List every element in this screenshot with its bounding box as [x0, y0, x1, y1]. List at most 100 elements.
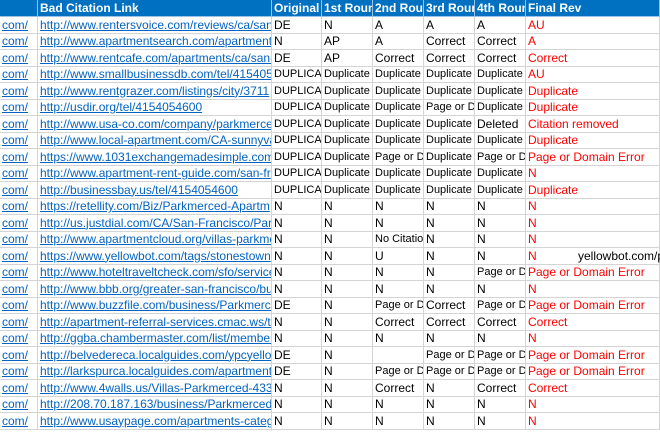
cell-original-status[interactable]: N: [272, 379, 322, 397]
cell-round-4[interactable]: Correct: [475, 379, 526, 397]
cell-col-a[interactable]: com/: [0, 214, 38, 232]
cell-original-status[interactable]: N: [272, 33, 322, 50]
cell-bad-citation-link[interactable]: http://us.justdial.com/CA/San-Francisco/…: [38, 214, 272, 232]
cell-round-2[interactable]: Correct: [373, 313, 424, 331]
header-bad-citation-link[interactable]: Bad Citation Link: [38, 0, 272, 17]
cell-final-review[interactable]: Citation removed: [526, 115, 660, 133]
cell-original-status[interactable]: N: [272, 396, 322, 413]
cell-round-4[interactable]: Duplicate: [475, 66, 526, 83]
cell-original-status[interactable]: N: [272, 330, 322, 347]
cell-round-3[interactable]: Page or D: [424, 346, 475, 364]
cell-round-1[interactable]: Duplicate: [322, 165, 373, 182]
cell-round-3[interactable]: Duplicate: [424, 66, 475, 83]
cell-round-3[interactable]: N: [424, 264, 475, 281]
cell-round-1[interactable]: N: [322, 346, 373, 364]
cell-round-4[interactable]: Deleted: [475, 115, 526, 133]
cell-col-a[interactable]: com/: [0, 82, 38, 100]
cell-final-review[interactable]: N: [526, 198, 660, 215]
cell-round-1[interactable]: N: [322, 412, 373, 430]
cell-original-status[interactable]: DE: [272, 346, 322, 364]
cell-final-review[interactable]: Duplicate: [526, 132, 660, 149]
cell-round-2[interactable]: Page or D: [373, 363, 424, 380]
cell-original-status[interactable]: N: [272, 313, 322, 331]
cell-round-4[interactable]: Page or Do: [475, 297, 526, 314]
cell-round-1[interactable]: N: [322, 16, 373, 34]
cell-round-1[interactable]: N: [322, 379, 373, 397]
cell-round-2[interactable]: Correct: [373, 49, 424, 67]
cell-round-3[interactable]: N: [424, 412, 475, 430]
cell-round-2[interactable]: N: [373, 412, 424, 430]
cell-col-a[interactable]: com/: [0, 313, 38, 331]
cell-round-1[interactable]: N: [322, 214, 373, 232]
cell-round-1[interactable]: N: [322, 363, 373, 380]
cell-round-1[interactable]: N: [322, 280, 373, 298]
cell-bad-citation-link[interactable]: http://ggba.chambermaster.com/list/membe…: [38, 330, 272, 347]
cell-round-3[interactable]: Page or Do: [424, 99, 475, 116]
cell-original-status[interactable]: N: [272, 264, 322, 281]
header-final-review[interactable]: Final Rev: [526, 0, 660, 17]
cell-original-status[interactable]: DE: [272, 297, 322, 314]
cell-round-1[interactable]: Duplicate: [322, 82, 373, 100]
cell-round-4[interactable]: Correct: [475, 49, 526, 67]
cell-round-4[interactable]: N: [475, 198, 526, 215]
cell-final-review[interactable]: Correct: [526, 379, 660, 397]
cell-final-review[interactable]: N: [526, 396, 660, 413]
cell-bad-citation-link[interactable]: https://www.yellowbot.com/tags/stonestow…: [38, 247, 272, 265]
cell-original-status[interactable]: DUPLICAT: [272, 82, 322, 100]
cell-round-3[interactable]: N: [424, 198, 475, 215]
cell-final-review[interactable]: N: [526, 280, 660, 298]
cell-round-1[interactable]: N: [322, 297, 373, 314]
cell-col-a[interactable]: com/: [0, 297, 38, 314]
cell-bad-citation-link[interactable]: http://www.apartmentsearch.com/apartment: [38, 33, 272, 50]
cell-final-review[interactable]: Page or Domain Error: [526, 148, 660, 166]
cell-col-a[interactable]: com/: [0, 66, 38, 83]
cell-round-3[interactable]: Duplicate: [424, 82, 475, 100]
cell-round-2[interactable]: A: [373, 16, 424, 34]
cell-round-3[interactable]: Duplicate: [424, 132, 475, 149]
cell-round-3[interactable]: Duplicate: [424, 165, 475, 182]
cell-round-1[interactable]: N: [322, 247, 373, 265]
cell-bad-citation-link[interactable]: http://www.hoteltraveltcheck.com/sfo/ser…: [38, 264, 272, 281]
cell-bad-citation-link[interactable]: http://belvedereca.localguides.com/ypcye…: [38, 346, 272, 364]
cell-round-2[interactable]: N: [373, 264, 424, 281]
cell-original-status[interactable]: DE: [272, 49, 322, 67]
cell-final-review[interactable]: AU: [526, 66, 660, 83]
cell-round-4[interactable]: N: [475, 396, 526, 413]
cell-round-1[interactable]: Duplicate: [322, 132, 373, 149]
cell-round-3[interactable]: N: [424, 231, 475, 248]
cell-col-a[interactable]: com/: [0, 363, 38, 380]
header-round-4[interactable]: 4th Round: [475, 0, 526, 17]
cell-round-1[interactable]: Duplicate: [322, 115, 373, 133]
cell-original-status[interactable]: DUPLICAT: [272, 181, 322, 199]
cell-bad-citation-link[interactable]: http://www.rentcafe.com/apartments/ca/sa…: [38, 49, 272, 67]
header-round-3[interactable]: 3rd Round: [424, 0, 475, 17]
cell-round-4[interactable]: Page or Do: [475, 264, 526, 281]
cell-round-1[interactable]: N: [322, 264, 373, 281]
cell-round-4[interactable]: Duplicate: [475, 132, 526, 149]
cell-original-status[interactable]: N: [272, 231, 322, 248]
cell-final-review[interactable]: Page or Domain Error: [526, 363, 660, 380]
cell-bad-citation-link[interactable]: http://www.4walls.us/Villas-Parkmerced-4…: [38, 379, 272, 397]
cell-final-review[interactable]: Duplicate: [526, 82, 660, 100]
cell-round-3[interactable]: Duplicate: [424, 115, 475, 133]
cell-bad-citation-link[interactable]: https://retellity.com/Biz/Parkmerced-Apa…: [38, 198, 272, 215]
cell-round-2[interactable]: No Citatio: [373, 231, 424, 248]
cell-round-1[interactable]: Duplicate: [322, 148, 373, 166]
cell-col-a[interactable]: com/: [0, 198, 38, 215]
cell-col-a[interactable]: com/: [0, 33, 38, 50]
cell-round-1[interactable]: N: [322, 330, 373, 347]
cell-round-2[interactable]: Duplicate: [373, 82, 424, 100]
cell-col-a[interactable]: com/: [0, 247, 38, 265]
cell-final-review[interactable]: Correct: [526, 313, 660, 331]
cell-col-a[interactable]: com/: [0, 16, 38, 34]
header-col-a[interactable]: [0, 0, 38, 17]
cell-col-a[interactable]: com/: [0, 115, 38, 133]
cell-col-a[interactable]: com/: [0, 264, 38, 281]
cell-round-4[interactable]: Duplicate: [475, 99, 526, 116]
cell-round-2[interactable]: Duplicate: [373, 181, 424, 199]
cell-round-4[interactable]: Duplicate: [475, 82, 526, 100]
cell-round-2[interactable]: Page or D: [373, 148, 424, 166]
cell-round-1[interactable]: N: [322, 231, 373, 248]
cell-round-1[interactable]: AP: [322, 49, 373, 67]
cell-final-review[interactable]: Correct: [526, 49, 660, 67]
